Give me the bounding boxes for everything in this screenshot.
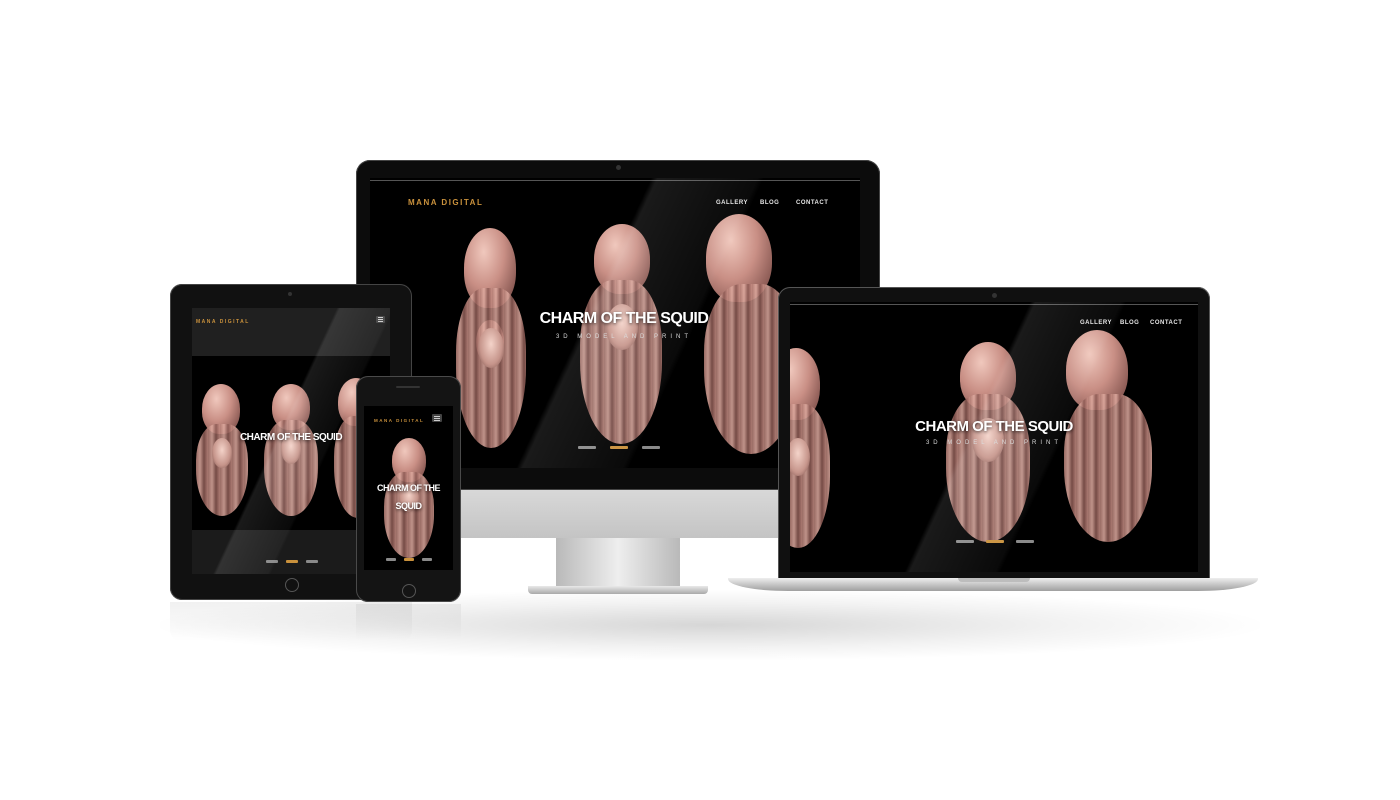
nav-blog[interactable]: BLOG — [760, 200, 779, 206]
phone-screen: MANA DIGITAL CHARM OF THE SQUID — [364, 406, 453, 570]
slider-dot-2[interactable] — [404, 558, 414, 561]
laptop-notch — [958, 578, 1030, 582]
nav-blog[interactable]: BLOG — [1120, 320, 1139, 326]
phone-speaker — [396, 386, 420, 388]
sculpture-center — [384, 438, 434, 558]
monitor-stand — [556, 538, 680, 588]
laptop-screen: GALLERY BLOG CONTACT CHARM OF THE SQUID … — [790, 302, 1198, 572]
brand-logo[interactable]: MANA DIGITAL — [408, 198, 483, 207]
slider-dot-1[interactable] — [386, 558, 396, 561]
slider-dot-1[interactable] — [956, 540, 974, 543]
slider-dot-2[interactable] — [610, 446, 628, 449]
sculpture-right — [1060, 330, 1156, 542]
slider-dot-3[interactable] — [306, 560, 318, 563]
sculpture-left — [196, 384, 248, 516]
phone-reflection — [356, 604, 461, 640]
slider-dot-1[interactable] — [578, 446, 596, 449]
camera-icon — [992, 293, 997, 298]
slider-dot-3[interactable] — [1016, 540, 1034, 543]
slider-dot-3[interactable] — [642, 446, 660, 449]
camera-icon — [616, 165, 621, 170]
home-button[interactable] — [285, 578, 299, 592]
monitor-foot — [528, 586, 708, 594]
nav-contact[interactable]: CONTACT — [1150, 320, 1182, 326]
hero-title-line-1: CHARM OF THE — [377, 483, 441, 493]
slider-dot-3[interactable] — [422, 558, 432, 561]
sculpture-left — [790, 348, 830, 548]
home-button[interactable] — [402, 584, 416, 598]
hamburger-icon[interactable] — [376, 316, 385, 323]
hamburger-icon[interactable] — [432, 414, 442, 422]
slider-dot-2[interactable] — [986, 540, 1004, 543]
nav-contact[interactable]: CONTACT — [796, 200, 828, 206]
slider-dot-1[interactable] — [266, 560, 278, 563]
progress-line — [370, 180, 860, 181]
sculpture-center — [264, 384, 318, 516]
hero-title: CHARM OF THE SQUID — [915, 418, 1073, 435]
brand-logo[interactable]: MANA DIGITAL — [196, 319, 250, 325]
brand-logo[interactable]: MANA DIGITAL — [374, 418, 424, 423]
hero-subtitle: 3D MODEL AND PRINT — [925, 440, 1063, 446]
slider-dot-2[interactable] — [286, 560, 298, 563]
tablet-header — [192, 308, 390, 356]
hero-title-line-2: SQUID — [395, 501, 422, 511]
progress-line — [790, 304, 1198, 305]
camera-icon — [288, 292, 292, 296]
nav-gallery[interactable]: GALLERY — [1080, 320, 1112, 326]
nav-gallery[interactable]: GALLERY — [716, 200, 748, 206]
